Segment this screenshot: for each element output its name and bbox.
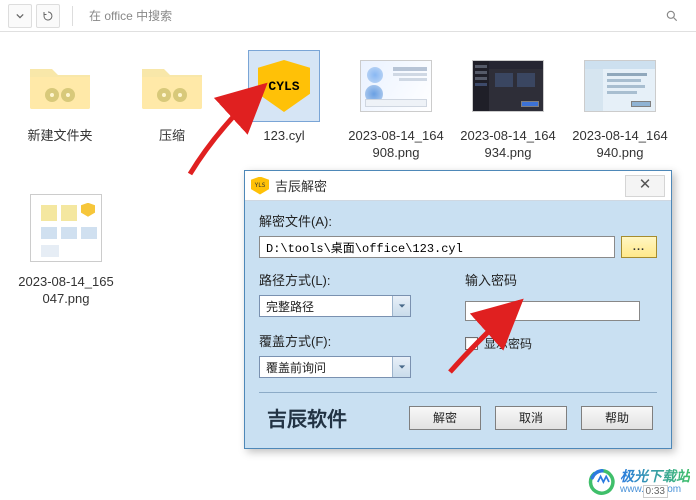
watermark-logo-icon <box>588 468 616 496</box>
chevron-down-icon <box>392 296 410 316</box>
file-label: 2023-08-14_164934.png <box>458 128 558 162</box>
timestamp-overlay: 0:33 <box>643 485 668 498</box>
brand-label: 吉辰软件 <box>267 403 347 432</box>
file-label: 新建文件夹 <box>27 128 92 145</box>
decrypt-dialog: YLS 吉辰解密 ✕ 解密文件(A): ... 路径方式(L): 完整路径 <box>244 170 672 449</box>
folder-item[interactable]: 压缩 <box>122 50 222 168</box>
show-password-label: 显示密码 <box>484 335 532 352</box>
show-password-checkbox[interactable] <box>465 337 478 350</box>
cyl-shield-icon: CYLS <box>258 60 310 112</box>
file-label: 2023-08-14_165047.png <box>16 274 116 308</box>
app-shield-icon: YLS <box>251 177 269 195</box>
dialog-title: 吉辰解密 <box>275 176 625 195</box>
file-label: 2023-08-14_164940.png <box>570 128 670 162</box>
overwrite-label: 覆盖方式(F): <box>259 331 429 350</box>
file-label: 2023-08-14_164908.png <box>346 128 446 162</box>
cancel-button[interactable]: 取消 <box>495 406 567 430</box>
path-mode-value: 完整路径 <box>260 296 392 316</box>
search-icon[interactable] <box>656 9 688 23</box>
image-item[interactable]: 2023-08-14_164934.png <box>458 50 558 168</box>
dialog-titlebar[interactable]: YLS 吉辰解密 ✕ <box>245 171 671 201</box>
close-button[interactable]: ✕ <box>625 175 665 197</box>
image-item[interactable]: 2023-08-14_165047.png <box>16 188 116 314</box>
watermark: 极光下载站 www.xz7.com <box>588 468 690 496</box>
file-item-selected[interactable]: CYLS 123.cyl <box>234 50 334 168</box>
overwrite-value: 覆盖前询问 <box>260 357 392 377</box>
refresh-button[interactable] <box>36 4 60 28</box>
decrypt-file-label: 解密文件(A): <box>259 211 657 230</box>
search-placeholder[interactable]: 在 office 中搜索 <box>81 7 656 24</box>
nav-dropdown[interactable] <box>8 4 32 28</box>
image-item[interactable]: 2023-08-14_164940.png <box>570 50 670 168</box>
file-path-input[interactable] <box>259 236 615 258</box>
toolbar: 在 office 中搜索 <box>0 0 696 32</box>
watermark-name: 极光下载站 <box>620 469 690 484</box>
help-button[interactable]: 帮助 <box>581 406 653 430</box>
overwrite-mode-combo[interactable]: 覆盖前询问 <box>259 356 411 378</box>
path-mode-combo[interactable]: 完整路径 <box>259 295 411 317</box>
file-label: 123.cyl <box>263 128 304 145</box>
folder-item[interactable]: 新建文件夹 <box>10 50 110 168</box>
path-mode-label: 路径方式(L): <box>259 270 429 289</box>
file-label: 压缩 <box>159 128 185 145</box>
chevron-down-icon <box>392 357 410 377</box>
image-item[interactable]: 2023-08-14_164908.png <box>346 50 446 168</box>
explorer-window: 在 office 中搜索 新建文件夹 <box>0 0 696 500</box>
browse-button[interactable]: ... <box>621 236 657 258</box>
password-label: 输入密码 <box>465 270 657 289</box>
decrypt-button[interactable]: 解密 <box>409 406 481 430</box>
password-input[interactable] <box>465 301 640 321</box>
